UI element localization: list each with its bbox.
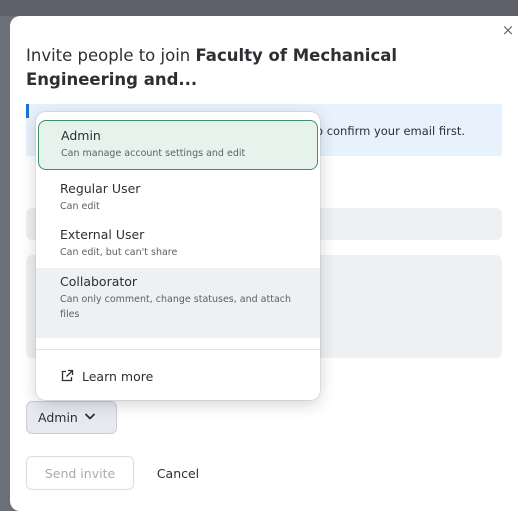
learn-more-link[interactable]: Learn more [60, 366, 153, 386]
role-option-admin[interactable]: Admin Can manage account settings and ed… [38, 120, 318, 170]
role-option-regular-user[interactable]: Regular User Can edit [36, 176, 320, 222]
role-option-description: Can manage account settings and edit [61, 148, 246, 159]
backdrop [0, 0, 518, 16]
external-link-icon [60, 369, 74, 383]
role-dropdown: Admin Can manage account settings and ed… [36, 112, 320, 400]
role-option-description: Can edit [60, 201, 100, 212]
role-option-description: Can only comment, change statuses, and a… [60, 294, 292, 320]
role-option-label: Collaborator [60, 274, 138, 289]
role-option-description: Can edit, but can't share [60, 247, 178, 258]
learn-more-label: Learn more [82, 368, 154, 384]
modal-title-prefix: Invite people to join [26, 46, 196, 65]
chevron-down-icon [84, 413, 95, 423]
role-option-external-user[interactable]: External User Can edit, but can't share [36, 222, 320, 268]
role-select-value: Admin [38, 410, 78, 425]
role-select[interactable]: Admin [26, 401, 117, 434]
role-option-collaborator[interactable]: Collaborator Can only comment, change st… [36, 268, 320, 338]
role-option-label: Admin [61, 128, 101, 143]
cancel-button[interactable]: Cancel [148, 456, 208, 490]
info-banner-accent [26, 104, 29, 118]
send-invite-button[interactable]: Send invite [26, 456, 134, 490]
dropdown-divider [36, 349, 320, 350]
role-option-label: Regular User [60, 181, 141, 196]
role-option-label: External User [60, 227, 145, 242]
modal-title: Invite people to join Faculty of Mechani… [26, 44, 486, 92]
info-banner-text: o confirm your email first. [316, 124, 465, 138]
close-icon[interactable]: × [500, 22, 516, 38]
